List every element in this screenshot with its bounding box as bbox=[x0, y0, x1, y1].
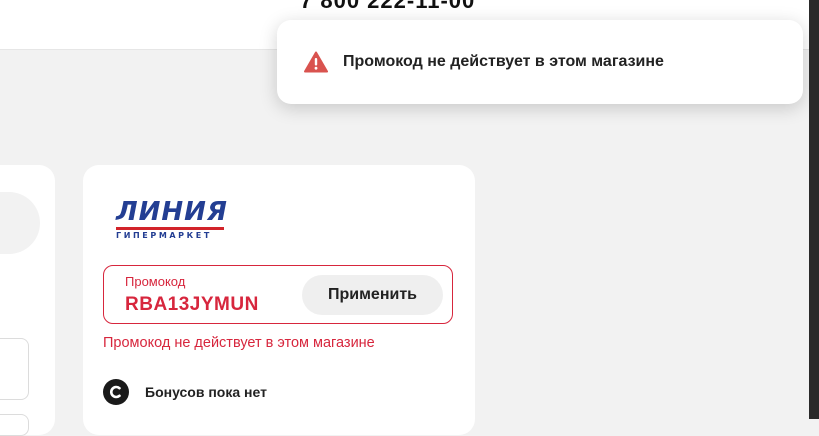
error-toast: Промокод не действует в этом магазине bbox=[277, 20, 803, 104]
promo-code-field[interactable]: Промокод RBA13JYMUN Применить bbox=[103, 265, 453, 324]
side-input-field[interactable] bbox=[0, 338, 29, 400]
warning-triangle-icon bbox=[304, 51, 328, 73]
store-logo-main: ЛИНИЯ bbox=[116, 197, 228, 227]
bonus-c-icon bbox=[103, 379, 129, 405]
store-logo: ЛИНИЯ ГИПЕРМАРКЕТ bbox=[116, 197, 228, 240]
apply-promo-button[interactable]: Применить bbox=[302, 275, 443, 315]
promo-code-value[interactable]: RBA13JYMUN bbox=[125, 294, 259, 316]
promo-error-message: Промокод не действует в этом магазине bbox=[103, 335, 375, 351]
bonus-row: Бонусов пока нет bbox=[103, 379, 267, 405]
window-edge bbox=[809, 0, 819, 419]
header-phone[interactable]: 7 800 222-11-00 bbox=[300, 0, 475, 14]
side-input-field-2[interactable] bbox=[0, 414, 29, 436]
promo-code-label: Промокод bbox=[125, 274, 186, 289]
toast-message: Промокод не действует в этом магазине bbox=[343, 53, 664, 70]
bonus-status-text: Бонусов пока нет bbox=[145, 384, 267, 400]
store-card: ЛИНИЯ ГИПЕРМАРКЕТ Промокод RBA13JYMUN Пр… bbox=[83, 165, 475, 435]
store-logo-sub: ГИПЕРМАРКЕТ bbox=[116, 227, 224, 240]
